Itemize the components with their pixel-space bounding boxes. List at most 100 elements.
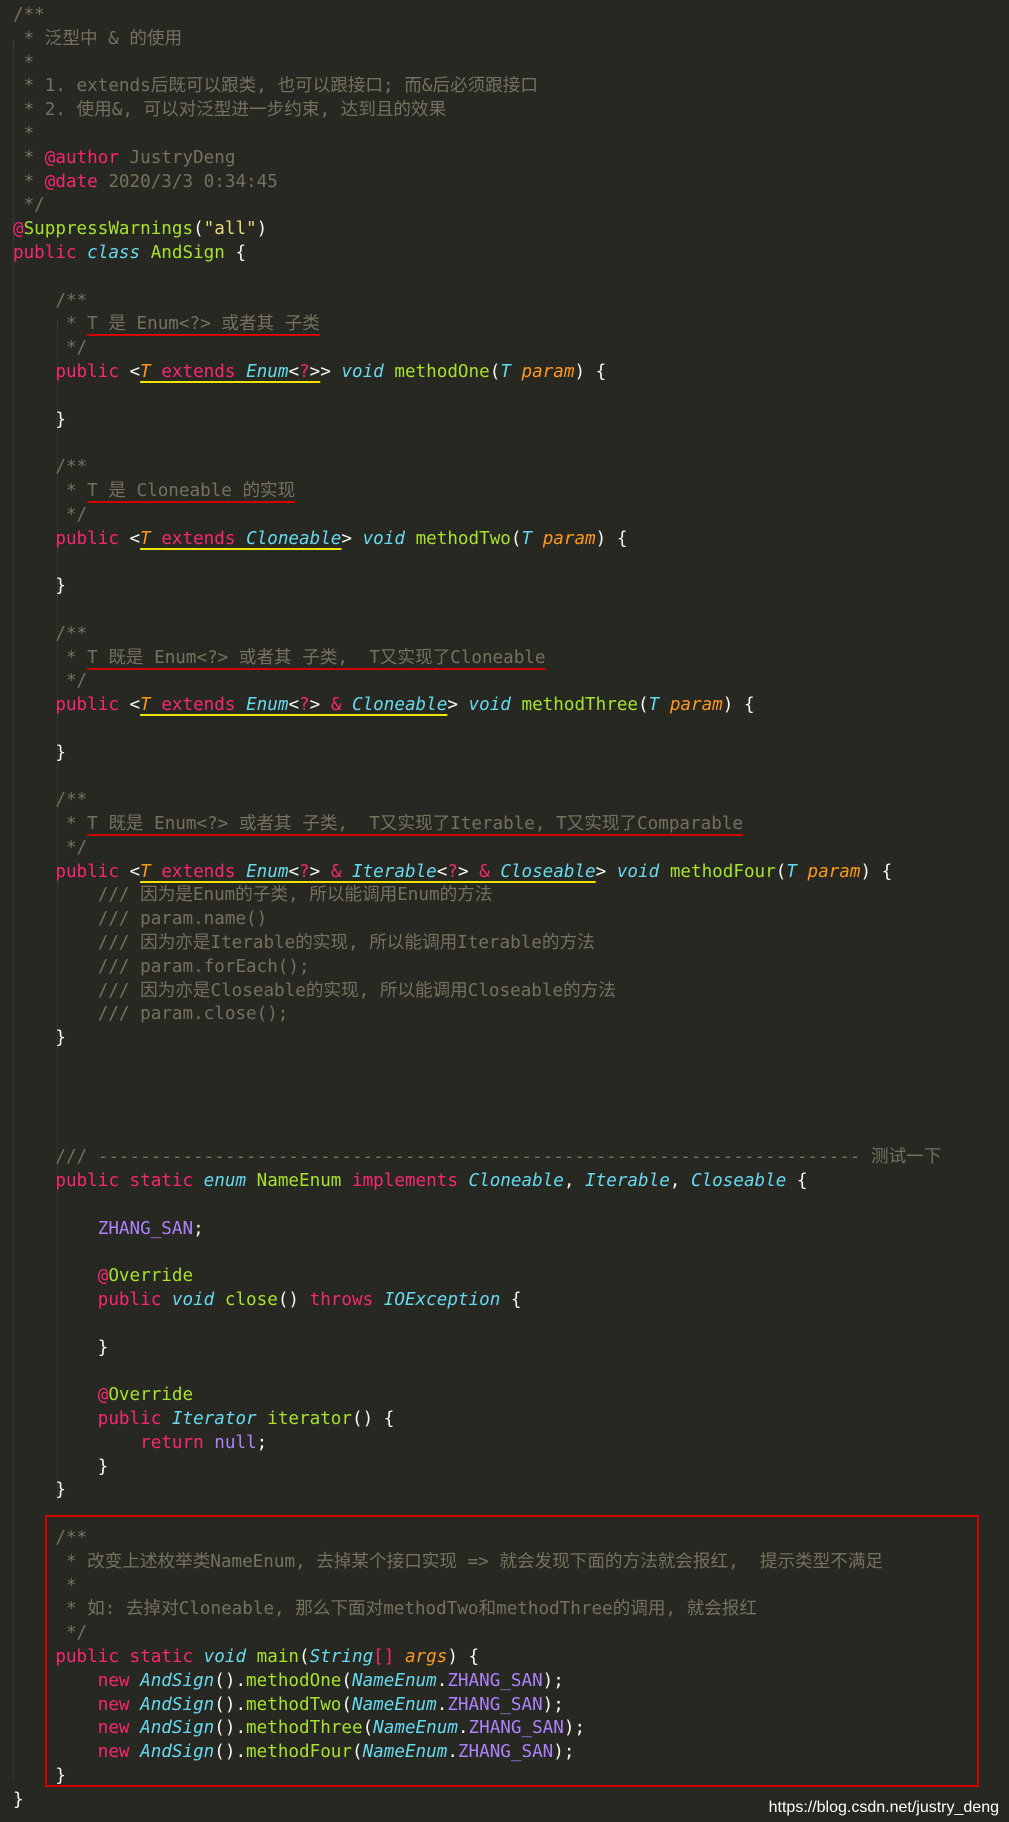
code-token: Iterator [171,1409,268,1430]
code-token: Cloneable [468,1171,564,1192]
code-token: < [288,695,300,716]
code-token: class [87,242,151,263]
code-token: Iterable [585,1171,670,1192]
code-token: T [140,361,162,382]
code-token: ) [256,219,268,240]
code-token: SuppressWarnings [23,219,194,240]
code-token: T [648,695,670,716]
code-token: void [171,1290,225,1311]
code-token: ZHANG_SAN [13,1218,194,1239]
code-line: * T 既是 Enum<?> 或者其 子类, T又实现了Iterable, T又… [13,813,941,837]
code-token: Enum [246,361,289,382]
code-token: @ [13,219,24,240]
code-token: } [13,1028,66,1049]
code-line: * T 是 Cloneable 的实现 [13,480,941,504]
code-token: public [13,695,130,716]
code-line: */ [13,504,941,528]
code-token: > [341,528,363,549]
code-token: methodThree [521,695,639,716]
code-token: methodOne [394,361,490,382]
code-token: /// 因为是Enum的子类, 所以能调用Enum的方法 [13,885,493,906]
code-token: enum [203,1171,257,1192]
code-token: T 是 Enum<?> 或者其 子类 [87,314,320,335]
code-token: void [616,861,670,882]
code-token: { [786,1171,808,1192]
code-line: /** [13,456,941,480]
code-token: } [13,1456,109,1477]
code-token: /// 因为亦是Closeable的实现, 所以能调用Closeable的方法 [13,980,616,1001]
code-token: methodFour [669,861,776,882]
code-line: * T 既是 Enum<?> 或者其 子类, T又实现了Cloneable [13,647,941,671]
code-line: public Iterator iterator() { [13,1408,941,1432]
code-token: < [129,528,141,549]
code-line: /// 因为亦是Iterable的实现, 所以能调用Iterable的方法 [13,932,941,956]
code-token: } [13,1337,109,1358]
code-token: * [13,647,88,668]
code-line: ZHANG_SAN; [13,1218,941,1242]
watermark: https://blog.csdn.net/justry_deng [768,1799,999,1816]
code-token: * [13,814,88,835]
code-token: Override [108,1266,194,1287]
code-token: ( [775,861,787,882]
code-token: T [786,861,808,882]
code-token: iterator [267,1409,352,1430]
code-token: T 既是 Enum<?> 或者其 子类, T又实现了Iterable, T又实现… [87,814,743,835]
code-token: return [13,1432,215,1453]
code-token: 2020/3/3 0:34:45 [97,171,278,192]
code-token: & [330,861,352,882]
code-token: * [13,314,88,335]
code-line: public <T extends Cloneable> void method… [13,528,941,552]
code-token: Override [108,1385,194,1406]
code-token: Enum [246,695,289,716]
code-token: < [129,361,141,382]
code-token: ( [193,219,204,240]
code-token: T [140,528,162,549]
code-token: } [13,1789,24,1810]
code-token: /// param.forEach(); [13,956,310,977]
code-line: * [13,52,941,76]
code-token: * 2. 使用&, 可以对泛型进一步约束, 达到且的效果 [13,100,447,121]
code-token: < [436,861,448,882]
code-token: ? [299,361,310,382]
code-line: } [13,1479,941,1503]
code-token: param [521,361,575,382]
code-line: @Override [13,1265,941,1289]
code-token: T 既是 Enum<?> 或者其 子类, T又实现了Cloneable [87,647,546,668]
code-token: @date [44,171,98,192]
code-token: void [341,361,395,382]
code-line: } [13,575,941,599]
highlight-box [45,1515,979,1787]
code-token: * 泛型中 & 的使用 [13,28,183,49]
code-token: * [13,52,35,73]
code-line: /** [13,789,941,813]
code-token: implements [351,1171,469,1192]
code-token: methodTwo [415,528,511,549]
code-line: } [13,1337,941,1361]
code-line: public <T extends Enum<?>> void methodOn… [13,361,941,385]
code-token: param [542,528,596,549]
code-token: () [277,1290,310,1311]
code-token: /** [13,5,45,25]
code-line: /// param.close(); [13,1003,941,1027]
code-line: * 泛型中 & 的使用 [13,28,941,52]
code-token: */ [13,504,88,525]
code-token: /// ------------------------------------… [13,1147,942,1168]
code-token: param [669,695,723,716]
code-token: Cloneable [246,528,342,549]
code-line: } [13,409,941,433]
code-token: @ [13,1385,109,1406]
code-token: ; [256,1432,268,1453]
code-token: /// param.close(); [13,1004,289,1025]
code-token: } [13,576,66,597]
code-token: void [468,695,522,716]
code-token: /// param.name() [13,909,268,930]
code-token: */ [13,338,88,359]
